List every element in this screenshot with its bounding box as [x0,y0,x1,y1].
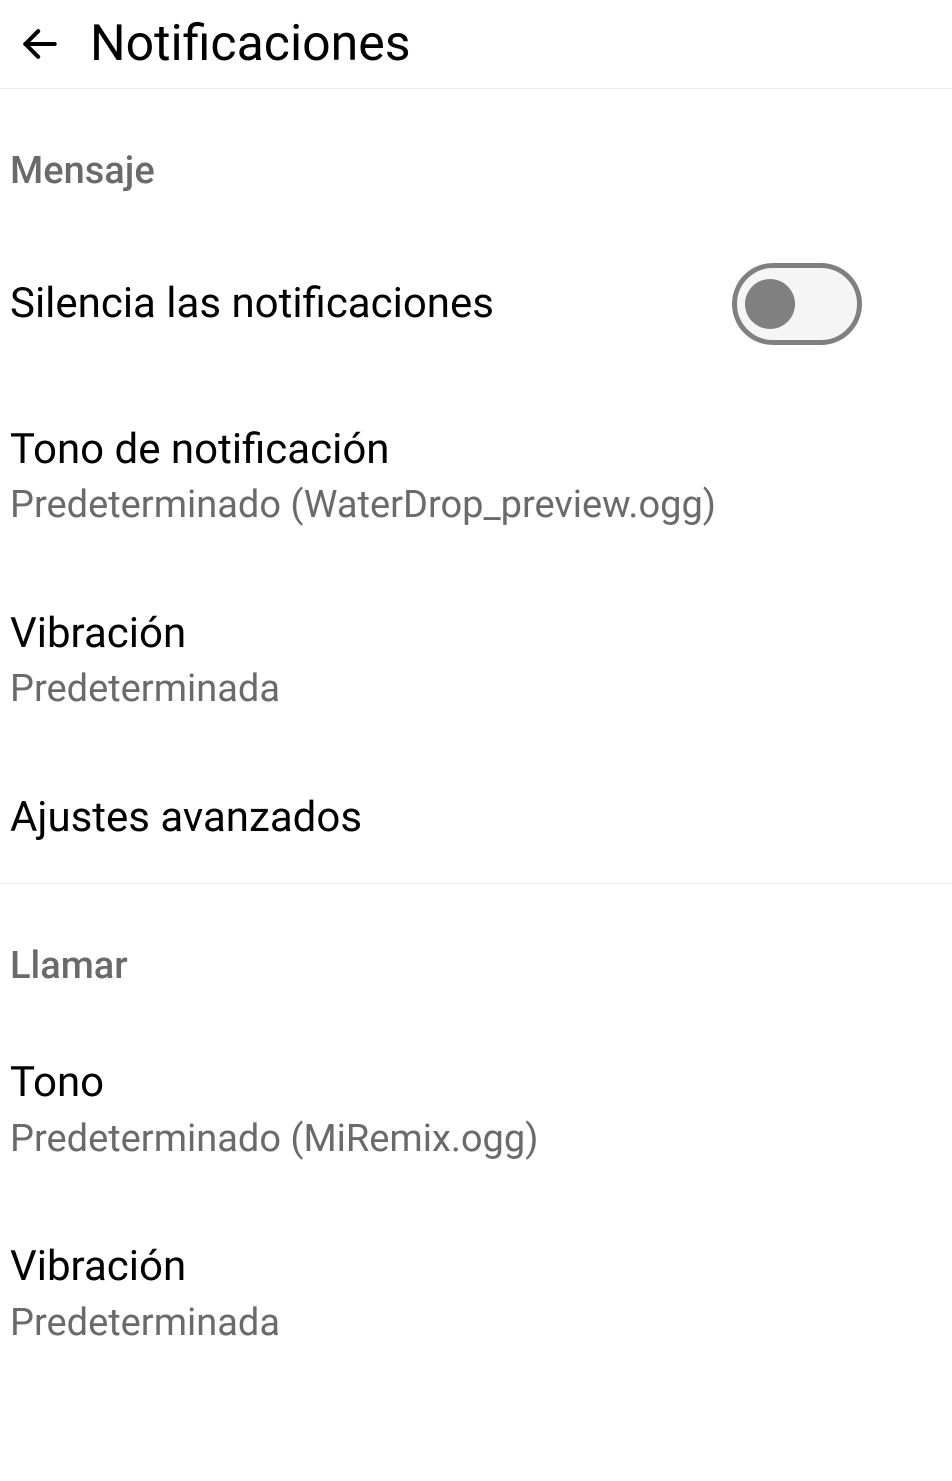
setting-subtitle: Predeterminada [10,1301,280,1347]
setting-subtitle: Predeterminada [10,667,280,713]
section-header-message: Mensaje [0,89,952,223]
setting-title: Vibración [10,609,280,659]
setting-subtitle: Predeterminado (MiRemix.ogg) [10,1117,538,1163]
page-title: Notificaciones [90,15,411,73]
setting-title: Vibración [10,1242,280,1292]
back-icon[interactable] [10,14,70,74]
setting-notification-tone[interactable]: Tono de notificación Predeterminado (Wat… [0,385,952,569]
header: Notificaciones [0,0,952,89]
section-header-call: Llamar [0,884,952,1018]
setting-message-vibration[interactable]: Vibración Predeterminada [0,569,952,753]
setting-call-vibration[interactable]: Vibración Predeterminada [0,1202,952,1386]
setting-title: Silencia las notificaciones [10,279,494,329]
setting-title: Tono de notificación [10,425,716,475]
toggle-knob [745,279,795,329]
setting-call-tone[interactable]: Tono Predeterminado (MiRemix.ogg) [0,1018,952,1202]
setting-title: Tono [10,1058,538,1108]
setting-subtitle: Predeterminado (WaterDrop_preview.ogg) [10,483,716,529]
silence-toggle[interactable] [732,263,862,345]
setting-silence-notifications[interactable]: Silencia las notificaciones [0,223,952,385]
setting-title: Ajustes avanzados [10,793,362,843]
setting-advanced[interactable]: Ajustes avanzados [0,753,952,883]
